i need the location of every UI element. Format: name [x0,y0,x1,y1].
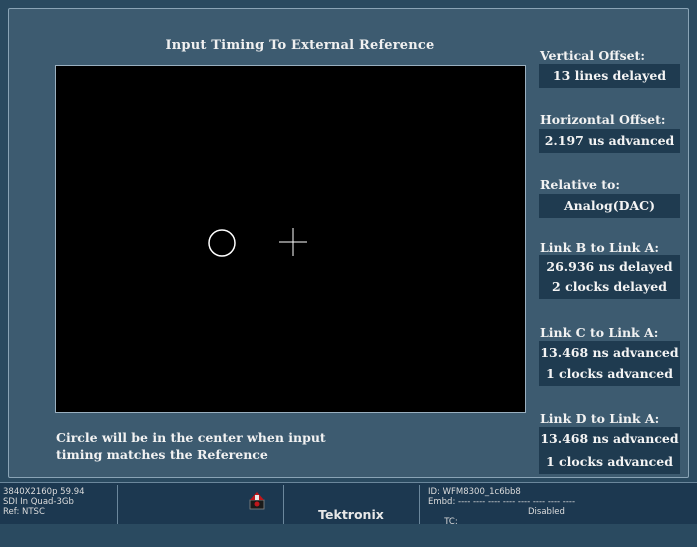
link-c-clocks-value: 1 clocks advanced [539,362,680,386]
display-title: Input Timing To External Reference [165,38,435,53]
horizontal-offset-label: Horizontal Offset: [540,112,666,127]
horizontal-offset-value: 2.197 us advanced [539,129,680,153]
timecode-label: TC: [444,517,458,527]
link-b-label: Link B to Link A: [540,240,659,255]
link-c-label: Link C to Link A: [540,325,659,340]
embedded-audio-status: Embd: ---- ---- ---- ---- ---- ---- ----… [428,497,576,507]
relative-to-value: Analog(DAC) [539,194,680,218]
timecode-state: Disabled [528,507,565,517]
caption-line-1: Circle will be in the center when input [56,430,326,445]
signal-info: 3840X2160p 59.94 SDI In Quad-3Gb Ref: NT… [3,487,85,517]
vertical-offset-value: 13 lines delayed [539,64,680,88]
reference-source: Ref: NTSC [3,507,45,517]
status-divider [419,485,420,524]
status-bar: 3840X2160p 59.94 SDI In Quad-3Gb Ref: NT… [0,482,697,527]
link-b-clocks-value: 2 clocks delayed [539,275,680,299]
display-caption: Circle will be in the center when input … [56,429,516,463]
instrument-id: ID: WFM8300_1c6bb8 [428,487,521,497]
timing-display [55,65,526,413]
input-source: SDI In Quad-3Gb [3,497,74,507]
instrument-info: ID: WFM8300_1c6bb8 Embd: ---- ---- ---- … [428,487,693,547]
caption-line-2: timing matches the Reference [56,447,268,462]
link-d-label: Link D to Link A: [540,411,660,426]
link-d-clocks-value: 1 clocks advanced [539,450,680,474]
status-divider [117,485,118,524]
input-timing-circle [208,229,236,257]
relative-to-label: Relative to: [540,177,621,192]
timing-plot [208,228,307,257]
timecode-status: TC: Disabled [428,507,693,547]
link-d-time-value: 13.468 ns advanced [539,427,680,451]
alarm-icon[interactable] [247,491,267,511]
vertical-offset-label: Vertical Offset: [540,48,645,63]
brand-logo: Tektronix [318,507,384,522]
video-format: 3840X2160p 59.94 [3,487,85,497]
